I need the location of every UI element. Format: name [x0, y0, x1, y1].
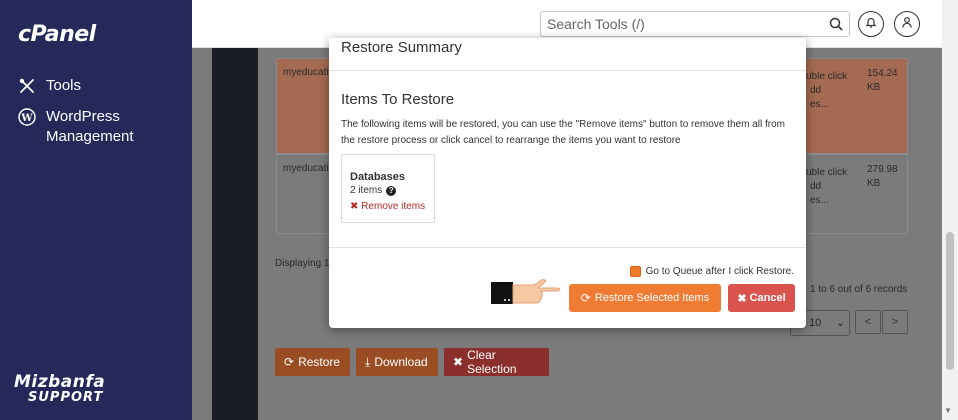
next-page-button[interactable]: > [882, 310, 908, 334]
modal-header: Restore Summary [329, 38, 806, 71]
row-size-unit: KB [867, 178, 881, 189]
modal-title: Restore Summary [341, 39, 462, 56]
displaying-text: Displaying 1 [275, 258, 330, 269]
row-hint: uble click [806, 167, 848, 178]
scroll-down-arrow-icon[interactable]: ▼ [944, 406, 952, 415]
download-icon: ⤓ [365, 354, 371, 369]
dark-strip [212, 48, 258, 420]
prev-page-button[interactable]: < [855, 310, 881, 334]
row-size-unit: KB [867, 82, 881, 93]
go-to-queue-option[interactable]: Go to Queue after I click Restore. [629, 266, 794, 277]
restore-button[interactable]: ⟳ Restore [275, 348, 350, 376]
clear-selection-button[interactable]: ✖ Clear Selection [444, 348, 549, 376]
cancel-button[interactable]: ✖ Cancel [728, 284, 795, 312]
restore-selected-items-button[interactable]: ⟳ Restore Selected Items [569, 284, 721, 312]
row-name: myeducati [283, 67, 329, 78]
search-icon[interactable] [829, 17, 843, 36]
bell-icon [865, 15, 877, 33]
sidebar-item-tools[interactable]: Tools [18, 76, 81, 96]
search-box [540, 11, 850, 37]
close-icon: ✖ [453, 355, 464, 369]
remove-items-link[interactable]: ✖ Remove items [350, 199, 434, 215]
pointing-hand-icon [490, 276, 562, 315]
divider [329, 247, 806, 248]
chevron-down-icon: ⌄ [835, 317, 845, 329]
scrollbar-thumb[interactable] [946, 232, 954, 370]
section-title: Items To Restore [341, 91, 455, 108]
sidebar: cPanel Tools W WordPress Management Mizb… [0, 0, 192, 420]
row-size: 154.24 [867, 68, 898, 79]
download-button[interactable]: ⤓ Download [356, 348, 438, 376]
go-to-queue-checkbox[interactable] [629, 266, 641, 277]
user-menu-button[interactable] [894, 11, 920, 37]
items-count: 2 items [350, 185, 383, 196]
sidebar-item-label: WordPress Management [46, 108, 134, 145]
card-title: Databases [350, 171, 406, 183]
restore-description: The following items will be restored, yo… [341, 119, 785, 146]
row-name: myeducati [283, 163, 329, 174]
databases-card: Databases 2 items ? ✖ Remove items [341, 154, 435, 223]
cpanel-logo[interactable]: cPanel [18, 22, 96, 47]
user-icon [901, 15, 913, 33]
refresh-icon: ⟳ [580, 291, 591, 305]
go-to-queue-label: Go to Queue after I click Restore. [645, 266, 794, 277]
row-hint: es... [810, 195, 829, 206]
sidebar-item-label: Tools [46, 77, 82, 94]
records-count: 1 to 6 out of 6 records [810, 284, 908, 295]
notifications-button[interactable] [858, 11, 884, 37]
close-icon: ✖ [350, 201, 359, 212]
restore-summary-modal: Restore Summary Items To Restore The fol… [329, 38, 806, 328]
help-icon[interactable]: ? [386, 186, 397, 196]
close-icon: ✖ [737, 292, 747, 305]
svg-text:W: W [20, 113, 33, 124]
row-hint: uble click [806, 71, 848, 82]
wordpress-icon: W [18, 108, 36, 126]
mizbanfa-support-logo: Mizbanfa SUPPORT [14, 372, 106, 406]
row-size: 279.98 [867, 164, 898, 175]
refresh-icon: ⟳ [284, 355, 295, 369]
sidebar-item-wordpress[interactable]: W WordPress Management [18, 107, 146, 147]
row-hint: dd [810, 85, 822, 96]
row-hint: dd [810, 181, 822, 192]
search-input[interactable] [541, 12, 811, 36]
row-hint: es... [810, 99, 829, 110]
tools-icon [18, 77, 36, 95]
